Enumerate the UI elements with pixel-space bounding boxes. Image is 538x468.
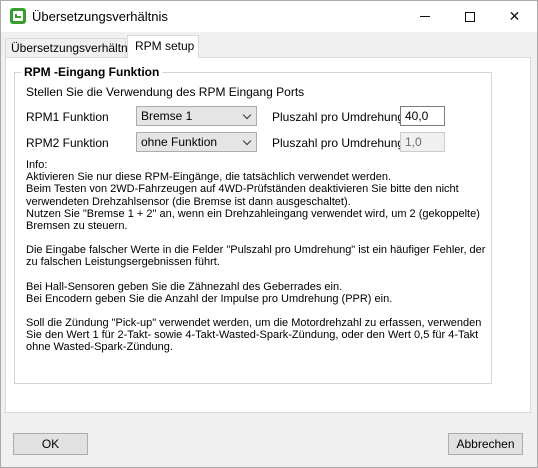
group-description: Stellen Sie die Verwendung des RPM Einga… — [26, 85, 305, 99]
close-button[interactable]: ✕ — [492, 1, 537, 32]
rpm2-function-select[interactable]: ohne Funktion — [136, 132, 257, 152]
window-title: Übersetzungsverhältnis — [32, 9, 168, 24]
rpm2-pulse-label: Pluszahl pro Umdrehung: — [272, 136, 408, 150]
rpm1-pulse-input[interactable] — [400, 106, 445, 126]
chevron-down-icon — [242, 110, 252, 120]
dialog-window: Übersetzungsverhältnis ✕ Übersetzungsver… — [0, 0, 538, 468]
rpm-input-group: RPM -Eingang Funktion Stellen Sie die Ve… — [14, 65, 492, 384]
ok-button[interactable]: OK — [13, 433, 88, 455]
rpm1-pulse-label: Pluszahl pro Umdrehung: — [272, 110, 408, 124]
close-icon: ✕ — [508, 8, 521, 25]
rpm2-label: RPM2 Funktion — [26, 136, 109, 150]
rpm1-function-value: Bremse 1 — [141, 109, 193, 123]
group-title: RPM -Eingang Funktion — [21, 65, 163, 79]
minimize-button[interactable] — [402, 1, 447, 32]
maximize-icon — [464, 11, 475, 22]
info-text: Info: Aktivieren Sie nur diese RPM-Eingä… — [26, 159, 490, 366]
maximize-button[interactable] — [447, 1, 492, 32]
tab-rpm-setup[interactable]: RPM setup — [127, 35, 199, 58]
rpm1-function-select[interactable]: Bremse 1 — [136, 106, 257, 126]
tab-uebersetzungsverhaeltnis[interactable]: Übersetzungsverhältnis — [5, 38, 136, 57]
info-paragraph: Bei Hall-Sensoren geben Sie die Zähnezah… — [26, 280, 393, 305]
chevron-down-icon — [242, 136, 252, 146]
rpm2-pulse-input — [400, 132, 445, 152]
app-icon — [10, 8, 26, 24]
info-paragraph: Soll die Zündung "Pick-up" verwendet wer… — [26, 317, 482, 354]
minimize-icon — [419, 16, 430, 17]
rpm1-label: RPM1 Funktion — [26, 110, 109, 124]
title-bar[interactable]: Übersetzungsverhältnis ✕ — [1, 1, 537, 32]
cancel-button[interactable]: Abbrechen — [448, 433, 523, 455]
info-paragraph: Die Eingabe falscher Werte in die Felder… — [26, 244, 486, 269]
info-paragraph: Info: Aktivieren Sie nur diese RPM-Eingä… — [26, 159, 480, 233]
tab-panel: RPM -Eingang Funktion Stellen Sie die Ve… — [5, 57, 531, 413]
rpm2-function-value: ohne Funktion — [141, 135, 218, 149]
